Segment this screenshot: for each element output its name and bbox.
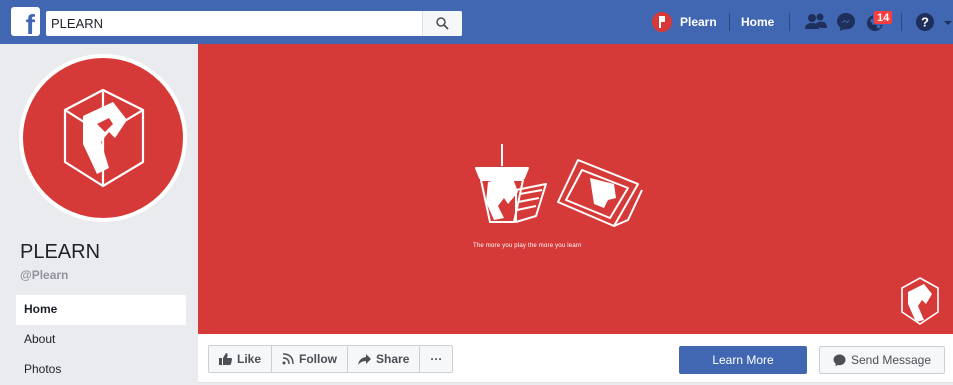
- nav-profile-link[interactable]: Plearn: [652, 11, 717, 33]
- rss-follow-icon: [282, 353, 294, 365]
- page-left-column: PLEARN @Plearn Home About Photos: [12, 44, 189, 383]
- learn-more-button[interactable]: Learn More: [679, 346, 807, 374]
- like-label: Like: [237, 352, 262, 366]
- friend-requests-icon[interactable]: [804, 11, 828, 33]
- cover-tagline: The more you play the more you learn: [473, 243, 582, 249]
- top-navigation-bar: f Plearn Home: [0, 0, 953, 44]
- share-arrow-icon: [358, 353, 372, 365]
- send-message-button[interactable]: Send Message: [819, 346, 945, 374]
- thumbs-up-icon: [219, 353, 232, 365]
- sidebar-item-about[interactable]: About: [16, 325, 186, 355]
- sidebar-item-home[interactable]: Home: [16, 295, 186, 325]
- page-handle[interactable]: @Plearn: [20, 268, 68, 282]
- page-sidebar-nav: Home About Photos: [16, 295, 186, 385]
- follow-button[interactable]: Follow: [272, 346, 349, 372]
- nav-divider: [789, 13, 790, 31]
- search-bar: [46, 11, 462, 36]
- nav-divider: [729, 13, 730, 31]
- share-button[interactable]: Share: [348, 346, 421, 372]
- follow-label: Follow: [299, 352, 338, 366]
- share-label: Share: [376, 352, 410, 366]
- search-button[interactable]: [422, 11, 462, 36]
- profile-avatar: [652, 12, 672, 32]
- page-profile-picture[interactable]: [19, 54, 187, 222]
- account-menu-arrow-icon[interactable]: [943, 11, 953, 33]
- sidebar-item-photos[interactable]: Photos: [16, 355, 186, 385]
- cover-photo[interactable]: The more you play the more you learn: [198, 44, 953, 334]
- message-bubble-icon: [833, 354, 846, 366]
- more-options-button[interactable]: ···: [420, 346, 452, 372]
- plearn-logo-icon: [63, 88, 145, 188]
- nav-divider: [901, 13, 902, 31]
- nav-home-link[interactable]: Home: [741, 15, 774, 29]
- search-icon: [436, 17, 449, 30]
- messenger-icon[interactable]: [835, 11, 859, 33]
- search-input[interactable]: [51, 14, 421, 33]
- notification-count-badge: 14: [873, 10, 894, 25]
- page-action-bar: Like Follow Share ··· Learn More Send Me…: [198, 334, 953, 383]
- help-icon[interactable]: ?: [914, 11, 938, 33]
- svg-text:?: ?: [921, 15, 929, 30]
- like-button[interactable]: Like: [209, 346, 273, 372]
- send-message-label: Send Message: [850, 353, 932, 367]
- facebook-logo-icon[interactable]: f: [11, 7, 40, 39]
- page-actions-group: Like Follow Share ···: [208, 345, 454, 373]
- page-title: PLEARN: [20, 241, 101, 263]
- more-options-icon: ···: [430, 352, 443, 366]
- profile-name: Plearn: [680, 15, 717, 29]
- cover-illustration: [475, 144, 939, 325]
